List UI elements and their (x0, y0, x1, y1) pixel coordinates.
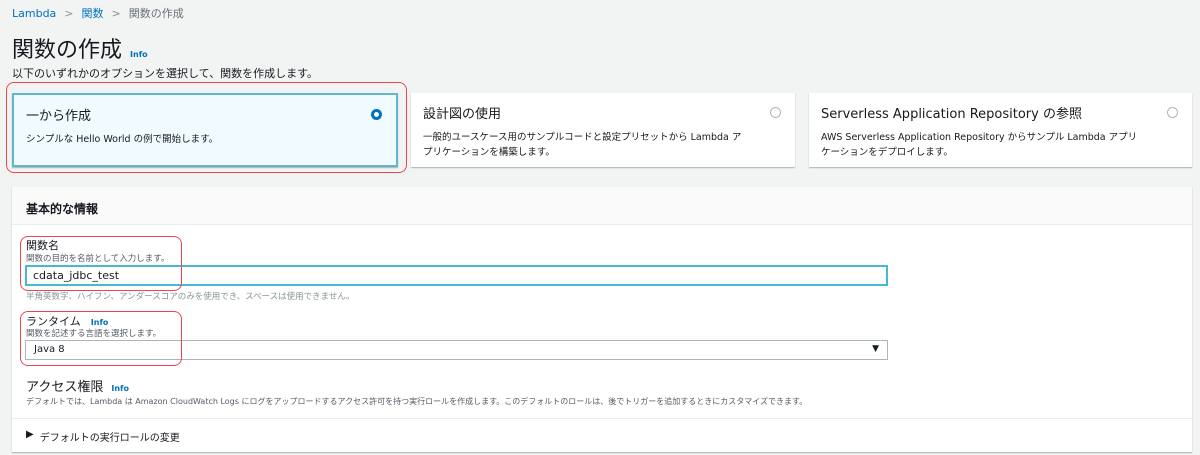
page-subtitle: 以下のいずれかのオプションを選択して、関数を作成します。 (12, 67, 319, 80)
info-link[interactable]: Info (130, 50, 148, 59)
page-title: 関数の作成 (12, 38, 123, 63)
access-label-row: アクセス権限 Info (26, 376, 129, 395)
option-title: Serverless Application Repository の参照 (821, 107, 1082, 122)
page-title-row: 関数の作成 Info (12, 32, 148, 64)
basic-info-panel: 基本的な情報 (12, 187, 1192, 452)
breadcrumb-functions[interactable]: 関数 (82, 5, 104, 21)
caret-right-icon: ▶ (26, 429, 34, 440)
breadcrumb-current: 関数の作成 (128, 7, 184, 20)
function-name-hint: 半角英数字、ハイフン、アンダースコアのみを使用でき、スペースは使用できません。 (26, 292, 355, 302)
breadcrumb-lambda[interactable]: Lambda (12, 7, 56, 20)
divider (12, 418, 1192, 419)
role-toggle-label: デフォルトの実行ロールの変更 (39, 433, 180, 444)
caret-down-icon: ▼ (872, 344, 879, 354)
chevron-right-icon: > (64, 6, 74, 20)
option-desc: AWS Serverless Application Repository から… (821, 132, 1138, 158)
role-toggle[interactable]: ▶ デフォルトの実行ロールの変更 (26, 429, 180, 444)
option-desc: シンプルな Hello World の例で開始します。 (26, 134, 219, 145)
option-title: 設計図の使用 (423, 107, 502, 122)
highlight-box (20, 311, 182, 366)
option-title: 一から作成 (26, 109, 92, 124)
radio-selected[interactable] (371, 109, 382, 120)
breadcrumb: Lambda > 関数 > 関数の作成 (12, 5, 184, 21)
option-serverless-repo[interactable]: Serverless Application Repository の参照 AW… (809, 93, 1192, 167)
access-desc: デフォルトでは、Lambda は Amazon CloudWatch Logs … (26, 397, 808, 406)
info-link[interactable]: Info (111, 384, 129, 393)
access-label: アクセス権限 (26, 380, 104, 395)
chevron-right-icon: > (111, 6, 121, 20)
radio[interactable] (770, 107, 781, 118)
option-author-from-scratch[interactable]: 一から作成 シンプルな Hello World の例で開始します。 (12, 93, 398, 167)
option-desc: 一般的ユースケース用のサンプルコードと設定プリセットから Lambda アプリケ… (423, 132, 742, 158)
highlight-box (20, 236, 182, 291)
radio[interactable] (1167, 107, 1178, 118)
option-blueprint[interactable]: 設計図の使用 一般的ユースケース用のサンプルコードと設定プリセットから Lamb… (411, 93, 795, 167)
panel-header: 基本的な情報 (12, 187, 1192, 225)
